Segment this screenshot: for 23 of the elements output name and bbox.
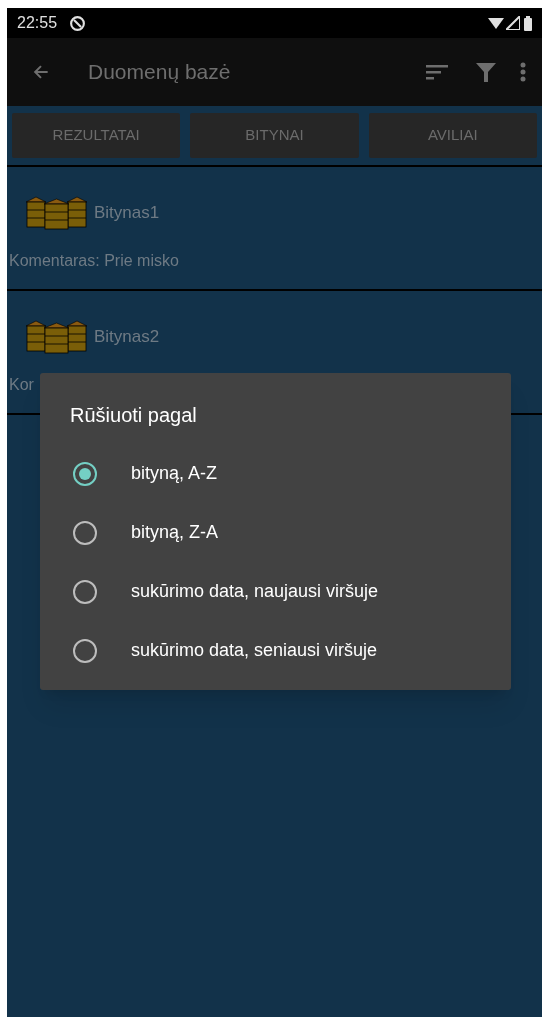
wifi-icon: [488, 16, 504, 30]
sort-option[interactable]: bityną, Z-A: [40, 503, 511, 562]
radio-button[interactable]: [73, 579, 97, 604]
radio-button[interactable]: [73, 520, 97, 545]
app-title: Duomenų bazė: [88, 59, 231, 86]
sort-option[interactable]: sukūrimo data, seniausi viršuje: [40, 621, 511, 680]
battery-icon: [524, 15, 532, 31]
radio-button[interactable]: [73, 461, 97, 486]
sort-option[interactable]: sukūrimo data, naujausi viršuje: [40, 562, 511, 621]
apiary-comment: Kor: [8, 375, 34, 395]
status-time: 22:55: [17, 13, 58, 33]
dialog-title: Rūšiuoti pagal: [69, 403, 198, 428]
radio-button[interactable]: [73, 638, 97, 663]
beehives-icon: [26, 319, 88, 355]
data-saver-icon: [69, 14, 87, 32]
more-options-button[interactable]: [518, 60, 528, 84]
filter-button[interactable]: [474, 60, 498, 84]
apiary-comment: Komentaras: Prie misko: [8, 251, 179, 271]
beehives-icon: [26, 195, 88, 231]
apiary-name: Bitynas1: [94, 202, 160, 225]
apiary-name: Bitynas2: [94, 326, 160, 349]
signal-icon: [506, 16, 520, 30]
sort-option[interactable]: bityną, A-Z: [40, 444, 511, 503]
